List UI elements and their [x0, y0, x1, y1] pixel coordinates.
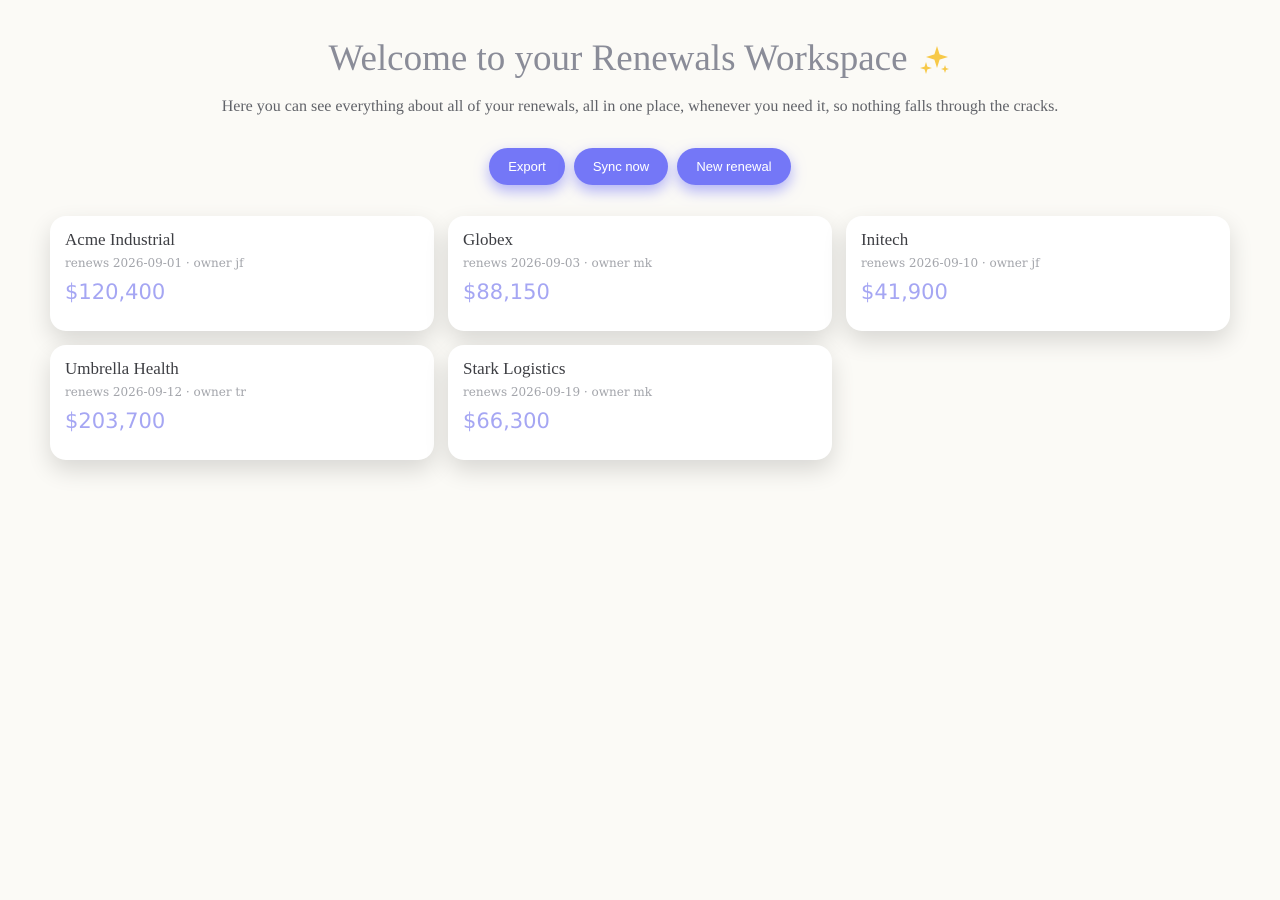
- sync-now-button[interactable]: Sync now: [574, 148, 668, 185]
- renewal-name: Stark Logistics: [463, 359, 566, 378]
- renewal-meta: renews 2026-09-10 · owner jf: [861, 256, 1040, 270]
- page-title: Welcome to your Renewals Workspace: [328, 38, 908, 79]
- renewal-card[interactable]: Globex renews 2026-09-03 · owner mk $88,…: [448, 216, 832, 331]
- renewal-card[interactable]: Umbrella Health renews 2026-09-12 · owne…: [50, 345, 434, 460]
- page-subtitle: Here you can see everything about all of…: [221, 98, 1059, 115]
- title-row: Welcome to your Renewals Workspace: [0, 38, 1280, 80]
- page-header: Welcome to your Renewals Workspace Here …: [0, 0, 1280, 185]
- renewal-card[interactable]: Acme Industrial renews 2026-09-01 · owne…: [50, 216, 434, 331]
- renewal-meta: renews 2026-09-12 · owner tr: [65, 385, 246, 399]
- renewal-amount: $66,300: [463, 409, 550, 433]
- renewal-name: Initech: [861, 230, 909, 249]
- renewal-meta: renews 2026-09-19 · owner mk: [463, 385, 653, 399]
- renewal-card[interactable]: Stark Logistics renews 2026-09-19 · owne…: [448, 345, 832, 460]
- renewal-amount: $203,700: [65, 409, 166, 433]
- action-bar: Export Sync now New renewal: [0, 148, 1280, 185]
- export-button[interactable]: Export: [489, 148, 565, 185]
- renewals-grid: Acme Industrial renews 2026-09-01 · owne…: [50, 216, 1230, 460]
- renewal-amount: $88,150: [463, 280, 550, 304]
- renewal-name: Acme Industrial: [65, 230, 175, 249]
- renewal-amount: $41,900: [861, 280, 948, 304]
- renewal-amount: $120,400: [65, 280, 166, 304]
- renewal-meta: renews 2026-09-01 · owner jf: [65, 256, 244, 270]
- renewal-card[interactable]: Initech renews 2026-09-10 · owner jf $41…: [846, 216, 1230, 331]
- renewal-meta: renews 2026-09-03 · owner mk: [463, 256, 653, 270]
- sparkles-icon: [918, 43, 952, 77]
- new-renewal-button[interactable]: New renewal: [677, 148, 791, 185]
- renewal-name: Umbrella Health: [65, 359, 179, 378]
- renewal-name: Globex: [463, 230, 514, 249]
